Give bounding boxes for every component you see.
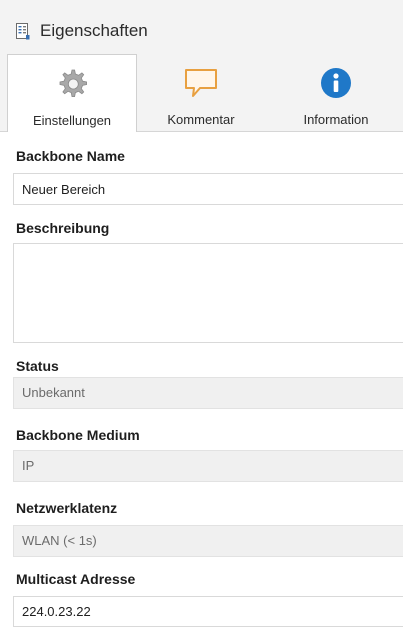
tab-einstellungen[interactable]: Einstellungen (7, 54, 137, 133)
netzwerklatenz-label: Netzwerklatenz (16, 500, 118, 516)
beschreibung-label: Beschreibung (16, 220, 110, 236)
status-value: Unbekannt (13, 377, 403, 409)
gear-icon (55, 67, 89, 106)
status-label: Status (16, 358, 59, 374)
tab-strip: Einstellungen Kommentar Information (0, 52, 403, 133)
panel-header: Eigenschaften (0, 0, 403, 52)
tab-label: Kommentar (167, 112, 235, 127)
backbone-medium-value: IP (13, 450, 403, 482)
info-icon (319, 66, 353, 105)
properties-panel: Eigenschaften Einstellungen Kommentar In… (0, 0, 403, 627)
multicast-adresse-label: Multicast Adresse (16, 571, 136, 587)
backbone-medium-label: Backbone Medium (16, 427, 140, 443)
properties-sheet-icon (16, 23, 30, 40)
tab-label: Information (303, 112, 369, 127)
beschreibung-textarea[interactable] (13, 243, 403, 343)
comment-icon (184, 66, 218, 105)
tab-information[interactable]: Information (276, 54, 396, 131)
netzwerklatenz-value: WLAN (< 1s) (13, 525, 403, 557)
multicast-adresse-input[interactable] (13, 596, 403, 627)
settings-form: Backbone Name Beschreibung Status Unbeka… (0, 132, 403, 627)
tab-label: Einstellungen (32, 113, 112, 128)
backbone-name-label: Backbone Name (16, 148, 125, 164)
panel-title: Eigenschaften (40, 21, 148, 40)
backbone-name-input[interactable] (13, 173, 403, 205)
tab-kommentar[interactable]: Kommentar (142, 54, 260, 131)
